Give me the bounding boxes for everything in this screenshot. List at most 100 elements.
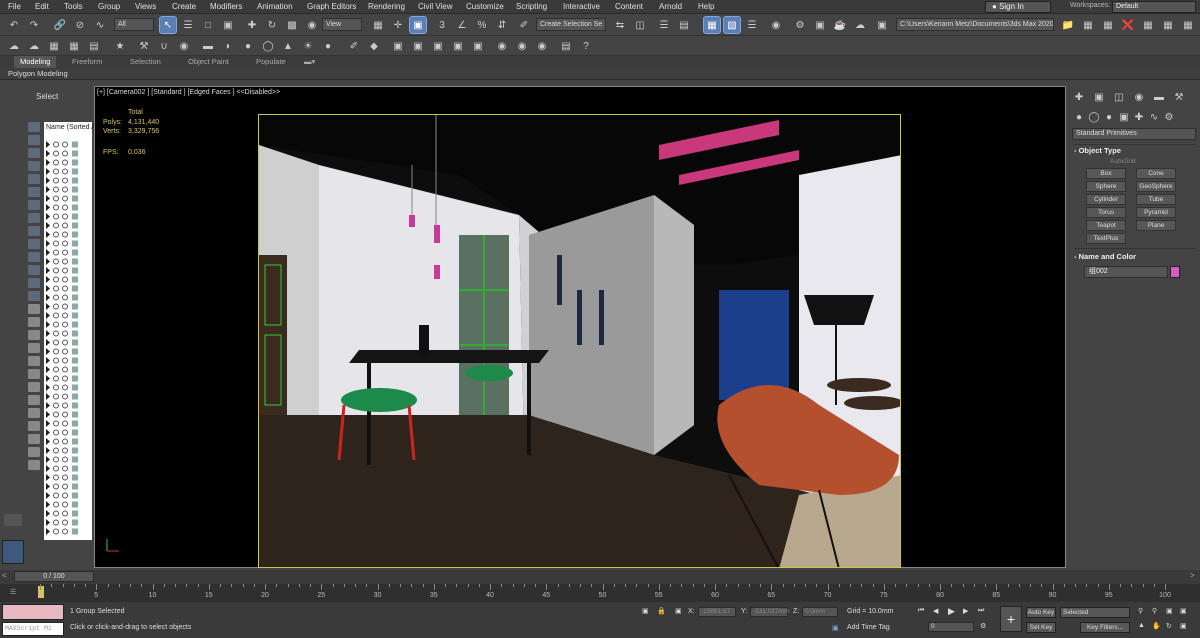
tools-2-icon[interactable]: ▣ [410, 38, 426, 54]
move-icon[interactable]: ✚ [244, 17, 260, 33]
maximize-viewport-icon[interactable]: ▣ [1180, 622, 1187, 630]
scene-list-row[interactable] [44, 527, 90, 536]
layer-manager-icon[interactable] [28, 421, 40, 431]
scene-list-row[interactable] [44, 491, 90, 500]
project-folder-icon[interactable]: 📁 [1060, 17, 1076, 33]
tools-9-icon[interactable]: ▤ [558, 38, 574, 54]
tube-button[interactable]: Tube [1136, 194, 1176, 205]
geometry-filter-icon[interactable] [28, 161, 40, 171]
display-invert-icon[interactable] [28, 148, 40, 158]
menu-edit[interactable]: Edit [35, 2, 49, 11]
shape-filter-icon[interactable] [28, 174, 40, 184]
zoom-all-icon[interactable]: ⚲ [1152, 607, 1157, 615]
bone-filter-icon[interactable] [28, 265, 40, 275]
previous-frame-icon[interactable]: ◀ [933, 607, 938, 615]
select-by-name-icon[interactable]: ☰ [180, 17, 196, 33]
scene-list-row[interactable] [44, 194, 90, 203]
render-in-cloud-icon[interactable]: ☁ [852, 17, 868, 33]
scene-list-row[interactable] [44, 482, 90, 491]
time-slider[interactable]: 0 / 100 [14, 571, 94, 582]
autogrid-checkbox[interactable]: AutoGrid [1110, 158, 1136, 165]
sphere-button[interactable]: Sphere [1086, 181, 1126, 192]
next-frame-icon[interactable]: ▶ [963, 607, 968, 615]
y-coordinate-field[interactable]: -531.017mm [750, 607, 790, 617]
primitive-category-dropdown[interactable]: Standard Primitives [1072, 128, 1196, 140]
scale-icon[interactable]: ▩ [284, 17, 300, 33]
scene-list-row[interactable] [44, 401, 90, 410]
ring-icon[interactable]: ◯ [260, 38, 276, 54]
slider-prev-icon[interactable]: < [2, 571, 7, 580]
scene-list-row[interactable] [44, 239, 90, 248]
scene-list-row[interactable] [44, 158, 90, 167]
scene-list-row[interactable] [44, 446, 90, 455]
scene-list-row[interactable] [44, 500, 90, 509]
cone-light-icon[interactable]: ▲ [280, 38, 296, 54]
scene-list-row[interactable] [44, 464, 90, 473]
scene-list-row[interactable] [44, 374, 90, 383]
object-name-field[interactable]: 组002 [1084, 266, 1168, 278]
scene-list-row[interactable] [44, 320, 90, 329]
key-filters-button[interactable]: Key Filters... [1080, 622, 1130, 633]
scene-list-row[interactable] [44, 185, 90, 194]
spinner-snap-icon[interactable]: ⇵ [494, 17, 510, 33]
toolbar-extra-5-icon[interactable]: ▦ [1160, 17, 1176, 33]
time-config-icon[interactable]: ⚙ [980, 622, 986, 630]
window-crossing-icon[interactable]: ▣ [220, 17, 236, 33]
go-to-end-icon[interactable]: ⏭ [978, 607, 984, 615]
tools-4-icon[interactable]: ▣ [450, 38, 466, 54]
group-filter-icon[interactable] [28, 239, 40, 249]
scene-list-row[interactable] [44, 302, 90, 311]
scene-list-row[interactable] [44, 221, 90, 230]
geometry-icon[interactable]: ● [1073, 112, 1085, 124]
light-filter-icon[interactable] [28, 187, 40, 197]
rectangular-selection-icon[interactable]: □ [200, 17, 216, 33]
strip-button[interactable] [4, 514, 22, 526]
menu-content[interactable]: Content [615, 2, 643, 11]
bind-spacewarp-icon[interactable]: ∿ [92, 17, 108, 33]
torus-button[interactable]: Torus [1086, 207, 1126, 218]
spacewarp-filter-icon[interactable] [28, 226, 40, 236]
ribbon-tab-populate[interactable]: Populate [256, 57, 286, 66]
angle-snap-icon[interactable]: ∠ [454, 17, 470, 33]
absolute-mode-icon[interactable]: ▣ [675, 607, 682, 615]
display-influences-icon[interactable] [28, 330, 40, 340]
sphere-link-icon[interactable]: ◉ [176, 38, 192, 54]
scene-list-row[interactable] [44, 167, 90, 176]
track-bar[interactable]: ☰ 0 5 10 15 20 25 30 35 40 45 50 55 60 65 70 75 80 85 90 95… [0, 584, 1200, 602]
maxscript-mini-listener[interactable]: MAXScript Mi [2, 622, 64, 636]
toolbar-extra-6-icon[interactable]: ▦ [1180, 17, 1196, 33]
create-tab-icon[interactable]: ✚ [1073, 92, 1085, 104]
tools-6-icon[interactable]: ◉ [494, 38, 510, 54]
menu-animation[interactable]: Animation [257, 2, 293, 11]
cloud-outline-icon[interactable]: ☁ [26, 38, 42, 54]
motion-tab-icon[interactable]: ◉ [1133, 92, 1145, 104]
workspaces-dropdown[interactable]: Default [1112, 1, 1196, 13]
magnet-icon[interactable]: ∪ [156, 38, 172, 54]
project-path-field[interactable]: C:\Users\Keriann Metz\Documents\3ds Max … [896, 18, 1054, 31]
add-time-tag[interactable]: Add Time Tag [847, 624, 890, 631]
scene-list-row[interactable] [44, 365, 90, 374]
teapot-button[interactable]: Teapot [1086, 220, 1126, 231]
grid-icon[interactable]: ▦ [66, 38, 82, 54]
viewport-camera[interactable]: [+] [Camera002 ] [Standard ] [Edged Face… [94, 86, 1066, 568]
toggle-ribbon-icon[interactable]: ▦ [703, 16, 721, 34]
display-all-icon[interactable] [28, 135, 40, 145]
paint-icon[interactable]: ✐ [346, 38, 362, 54]
auto-key-button[interactable]: Auto Key [1026, 607, 1056, 618]
plane-button[interactable]: Plane [1136, 220, 1176, 231]
cameras-icon[interactable]: ▣ [1118, 112, 1130, 124]
cone-button[interactable]: Cone [1136, 168, 1176, 179]
fov-icon[interactable]: ▲ [1138, 622, 1145, 629]
menu-customize[interactable]: Customize [466, 2, 504, 11]
scene-list-row[interactable] [44, 329, 90, 338]
select-manipulate-icon[interactable]: ✛ [390, 17, 406, 33]
options-icon[interactable] [28, 382, 40, 392]
pyramid-button[interactable]: Pyramid [1136, 207, 1176, 218]
named-selection-sets-dropdown[interactable]: Create Selection Se [536, 18, 606, 31]
tools-3-icon[interactable]: ▣ [430, 38, 446, 54]
menu-create[interactable]: Create [172, 2, 196, 11]
select-object-icon[interactable]: ↖ [159, 16, 177, 34]
tools-8-icon[interactable]: ◉ [534, 38, 550, 54]
zoom-extents-all-icon[interactable]: ▣ [1180, 607, 1187, 615]
menu-help[interactable]: Help [698, 2, 714, 11]
